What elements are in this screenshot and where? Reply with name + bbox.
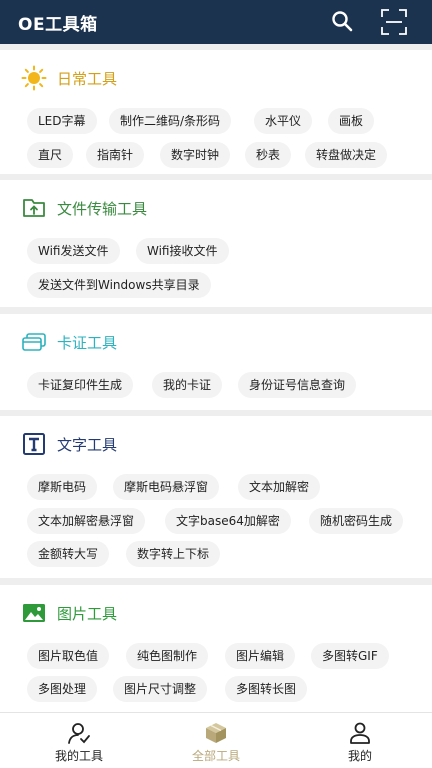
tool-chip[interactable]: 图片取色值 (27, 643, 110, 669)
section-title: 日常工具 (57, 69, 118, 88)
scan-icon[interactable] (380, 8, 408, 36)
tool-chip[interactable]: 转盘做决定 (305, 142, 388, 168)
tool-chip[interactable]: 随机密码生成 (309, 508, 404, 534)
section-header: 文字工具 (20, 430, 117, 458)
tool-chip[interactable]: 多图转GIF (311, 643, 389, 669)
tool-chip[interactable]: 文本加解密 (238, 474, 321, 500)
section-title: 卡证工具 (57, 333, 118, 352)
tool-chip[interactable]: 图片尺寸调整 (113, 676, 208, 702)
app-bar: OE工具箱 (0, 0, 432, 44)
search-icon[interactable] (330, 9, 354, 33)
user-icon (350, 722, 370, 744)
id-card-icon (20, 328, 48, 356)
box-icon (206, 723, 226, 743)
section-daily-tools: 日常工具 LED字幕 制作二维码/条形码 水平仪 画板 直尺 指南针 数字时钟 … (0, 50, 432, 174)
tool-chip[interactable]: 我的卡证 (152, 372, 223, 398)
tool-chip[interactable]: 文字base64加解密 (165, 508, 291, 534)
nav-label: 全部工具 (191, 749, 240, 763)
tool-chip[interactable]: Wifi接收文件 (136, 238, 229, 264)
section-header: 日常工具 (20, 64, 117, 92)
tool-chip[interactable]: 卡证复印件生成 (27, 372, 134, 398)
tool-chip[interactable]: 发送文件到Windows共享目录 (27, 272, 211, 298)
tool-chip[interactable]: 制作二维码/条形码 (109, 108, 232, 134)
tool-chip[interactable]: 摩斯电码悬浮窗 (113, 474, 220, 500)
tool-chip[interactable]: 指南针 (86, 142, 145, 168)
image-icon (20, 599, 48, 627)
tool-chip[interactable]: 画板 (328, 108, 375, 134)
tool-chip[interactable]: LED字幕 (27, 108, 97, 134)
section-title: 文字工具 (57, 435, 118, 454)
tool-chip[interactable]: 直尺 (27, 142, 74, 168)
tool-chip[interactable]: 摩斯电码 (27, 474, 98, 500)
tool-chip[interactable]: 水平仪 (254, 108, 313, 134)
section-title: 文件传输工具 (57, 199, 148, 218)
nav-all-tools[interactable]: 全部工具 (161, 713, 271, 768)
nav-label: 我的 (347, 749, 372, 763)
section-id-card-tools: 卡证工具 卡证复印件生成 我的卡证 身份证号信息查询 (0, 314, 432, 410)
section-image-tools: 图片工具 图片取色值 纯色图制作 图片编辑 多图转GIF 多图处理 图片尺寸调整… (0, 585, 432, 712)
section-header: 图片工具 (20, 599, 117, 627)
tool-chip[interactable]: 纯色图制作 (126, 643, 209, 669)
tool-chip[interactable]: 身份证号信息查询 (238, 372, 357, 398)
user-tools-icon (68, 723, 90, 744)
bottom-navigation: 我的工具 全部工具 我的 (0, 712, 432, 768)
section-title: 图片工具 (57, 604, 118, 623)
tool-chip[interactable]: 数字时钟 (160, 142, 231, 168)
tool-chip[interactable]: 图片编辑 (225, 643, 296, 669)
section-text-tools: 文字工具 摩斯电码 摩斯电码悬浮窗 文本加解密 文本加解密悬浮窗 文字base6… (0, 416, 432, 578)
section-header: 卡证工具 (20, 328, 117, 356)
section-header: 文件传输工具 (20, 194, 147, 222)
file-transfer-icon (20, 194, 48, 222)
text-icon (20, 430, 48, 458)
app-title: OE工具箱 (18, 14, 98, 35)
sun-icon (20, 64, 48, 92)
tool-chip[interactable]: 文本加解密悬浮窗 (27, 508, 146, 534)
nav-my-tools[interactable]: 我的工具 (24, 713, 134, 768)
tool-chip[interactable]: Wifi发送文件 (27, 238, 120, 264)
tool-chip[interactable]: 多图处理 (27, 676, 98, 702)
nav-me[interactable]: 我的 (305, 713, 415, 768)
tool-chip[interactable]: 金额转大写 (27, 541, 110, 567)
nav-label: 我的工具 (54, 749, 103, 763)
section-file-transfer: 文件传输工具 Wifi发送文件 Wifi接收文件 发送文件到Windows共享目… (0, 180, 432, 307)
tool-chip[interactable]: 数字转上下标 (126, 541, 221, 567)
tool-chip[interactable]: 秒表 (245, 142, 292, 168)
tool-list[interactable]: 日常工具 LED字幕 制作二维码/条形码 水平仪 画板 直尺 指南针 数字时钟 … (0, 44, 432, 712)
tool-chip[interactable]: 多图转长图 (225, 676, 308, 702)
